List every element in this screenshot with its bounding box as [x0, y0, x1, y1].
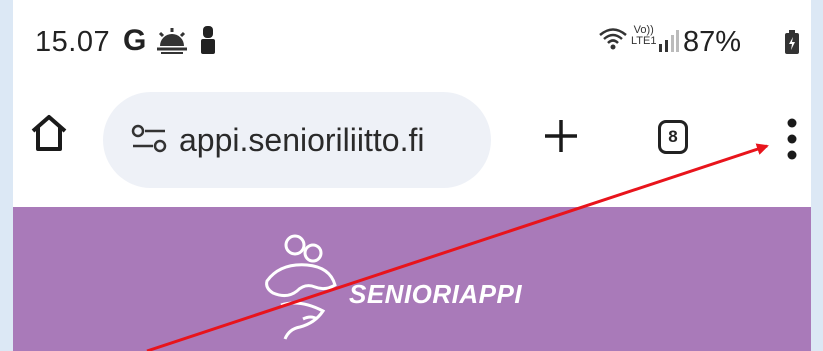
person-icon	[200, 26, 216, 59]
status-time: 15.07	[35, 26, 111, 58]
signal-icon	[659, 30, 679, 57]
wifi-icon	[598, 27, 628, 56]
battery-icon	[785, 30, 799, 59]
status-bar: 15.07 G Vo)) LTE1 87%	[13, 0, 811, 84]
weather-icon	[156, 28, 188, 59]
site-info-icon[interactable]	[131, 124, 167, 159]
home-icon[interactable]	[29, 113, 69, 158]
menu-icon[interactable]	[786, 117, 798, 166]
volte-bottom-label: LTE1	[631, 35, 657, 47]
phone-screen: 15.07 G Vo)) LTE1 87% appi.senioriliitto…	[13, 0, 811, 351]
url-bar[interactable]: appi.senioriliitto.fi	[103, 92, 491, 188]
battery-percent: 87%	[683, 26, 742, 58]
volte-icon: Vo)) LTE1	[631, 25, 656, 47]
tab-switcher-button[interactable]: 8	[658, 120, 688, 154]
brand-name: SENIORIAPPI	[349, 279, 523, 309]
logo-icon[interactable]	[245, 223, 355, 351]
new-tab-icon[interactable]	[543, 118, 579, 159]
url-text[interactable]: appi.senioriliitto.fi	[179, 122, 479, 159]
page-header: SENIORIAPPI	[13, 207, 811, 351]
g-icon: G	[123, 24, 147, 57]
